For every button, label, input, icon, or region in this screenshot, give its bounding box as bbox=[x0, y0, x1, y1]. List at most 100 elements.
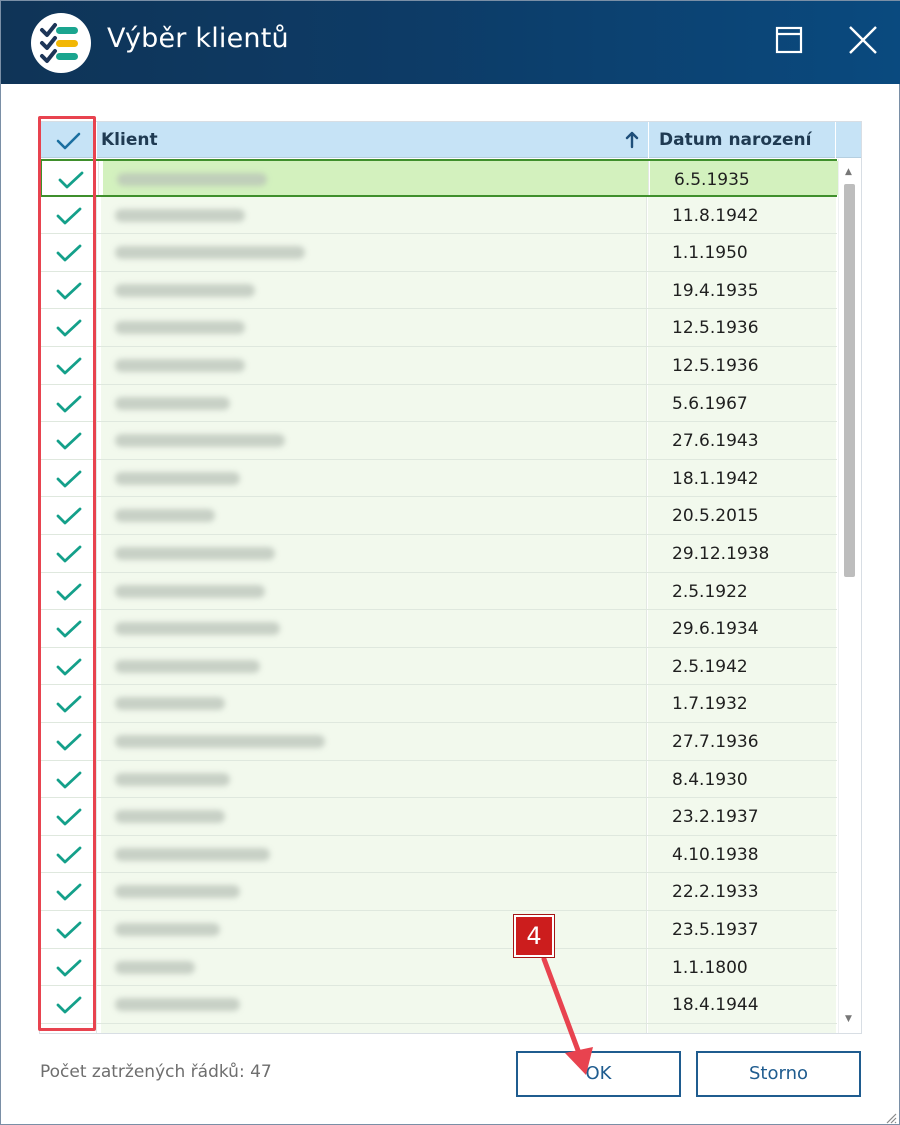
checkmark-icon bbox=[56, 545, 82, 563]
close-icon[interactable] bbox=[846, 23, 880, 57]
row-checkbox[interactable] bbox=[40, 835, 97, 873]
checkmark-icon bbox=[56, 921, 82, 939]
row-checkbox[interactable] bbox=[40, 873, 97, 910]
checkmark-icon bbox=[56, 583, 82, 600]
table-row[interactable]: 27.6.1943 bbox=[40, 422, 837, 460]
birthdate-text: 27.7.1936 bbox=[672, 732, 759, 752]
birthdate-cell: 27.6.1943 bbox=[648, 422, 836, 459]
table-row[interactable]: 22.2.1933 bbox=[40, 873, 837, 911]
table-row[interactable]: 4.10.1938 bbox=[40, 835, 837, 874]
table-row[interactable]: 18.4.1944 bbox=[40, 986, 837, 1024]
row-checkbox[interactable] bbox=[40, 309, 97, 346]
table-row[interactable]: 23.2.1937 bbox=[40, 798, 837, 836]
table-row[interactable] bbox=[40, 1023, 837, 1033]
row-checkbox[interactable] bbox=[40, 535, 97, 572]
column-header-birthdate[interactable]: Datum narození bbox=[659, 130, 811, 150]
row-checkbox[interactable] bbox=[40, 647, 97, 685]
row-checkbox[interactable] bbox=[40, 685, 97, 722]
ok-button[interactable]: OK bbox=[516, 1051, 681, 1097]
birthdate-cell: 29.6.1934 bbox=[648, 610, 836, 647]
cancel-button[interactable]: Storno bbox=[696, 1051, 861, 1097]
client-name-cell bbox=[101, 535, 647, 572]
row-checkbox[interactable] bbox=[40, 986, 97, 1023]
redacted-client-name bbox=[115, 847, 270, 861]
row-checkbox[interactable] bbox=[40, 948, 97, 986]
client-name-cell bbox=[101, 497, 647, 534]
table-row[interactable]: 29.6.1934 bbox=[40, 610, 837, 648]
scroll-down-icon[interactable]: ▼ bbox=[845, 1014, 852, 1024]
birthdate-text: 20.5.2015 bbox=[672, 506, 759, 527]
row-checkbox[interactable] bbox=[40, 196, 97, 234]
maximize-icon[interactable] bbox=[772, 23, 806, 57]
birthdate-cell: 2.5.1922 bbox=[648, 572, 836, 610]
table-row[interactable]: 27.7.1936 bbox=[40, 723, 837, 761]
table-row[interactable]: 1.1.1800 bbox=[40, 948, 837, 987]
birthdate-cell: 12.5.1936 bbox=[648, 347, 836, 384]
checked-rows-count: Počet zatržených řádků: 47 bbox=[40, 1062, 272, 1082]
column-header-client[interactable]: Klient bbox=[101, 130, 158, 150]
row-checkbox[interactable] bbox=[40, 911, 97, 948]
title-bar[interactable]: Výběr klientů bbox=[1, 1, 900, 84]
column-separator bbox=[648, 122, 649, 158]
checkmark-icon bbox=[56, 771, 82, 788]
row-checkbox[interactable] bbox=[40, 572, 97, 610]
client-grid: Klient Datum narození 6.5.1935 11.8.1942 1… bbox=[39, 121, 862, 1034]
row-checkbox[interactable] bbox=[42, 161, 99, 195]
redacted-client-name bbox=[117, 173, 267, 186]
table-row[interactable]: 8.4.1930 bbox=[40, 760, 837, 799]
row-checkbox[interactable] bbox=[40, 798, 97, 835]
table-row[interactable]: 23.5.1937 bbox=[40, 911, 837, 949]
table-row[interactable]: 1.1.1950 bbox=[40, 234, 837, 272]
sort-ascending-icon[interactable] bbox=[624, 130, 640, 150]
birthdate-text: 11.8.1942 bbox=[672, 205, 759, 226]
client-name-cell bbox=[101, 647, 647, 685]
redacted-client-name bbox=[115, 998, 240, 1012]
table-row[interactable]: 6.5.1935 bbox=[40, 159, 838, 197]
table-row[interactable]: 12.5.1936 bbox=[40, 309, 837, 347]
checkmark-icon bbox=[56, 132, 81, 150]
row-checkbox[interactable] bbox=[40, 271, 97, 309]
client-name-cell bbox=[101, 572, 647, 610]
row-checkbox[interactable] bbox=[40, 234, 97, 271]
client-name-cell bbox=[101, 948, 647, 986]
table-row[interactable]: 12.5.1936 bbox=[40, 347, 837, 385]
redacted-client-name bbox=[115, 246, 305, 260]
table-row[interactable]: 11.8.1942 bbox=[40, 196, 837, 235]
birthdate-cell: 18.1.1942 bbox=[648, 459, 836, 497]
row-checkbox[interactable] bbox=[40, 610, 97, 647]
client-name-cell bbox=[101, 835, 647, 873]
redacted-client-name bbox=[115, 923, 220, 936]
row-checkbox[interactable] bbox=[40, 497, 97, 534]
row-checkbox[interactable] bbox=[40, 1023, 97, 1033]
resize-grip-icon[interactable] bbox=[885, 1109, 897, 1124]
table-row[interactable]: 2.5.1942 bbox=[40, 647, 837, 686]
birthdate-cell: 1.1.1950 bbox=[648, 234, 836, 271]
birthdate-text: 4.10.1938 bbox=[672, 844, 759, 865]
scroll-up-icon[interactable]: ▲ bbox=[845, 167, 852, 177]
row-checkbox[interactable] bbox=[40, 760, 97, 798]
vertical-scrollbar[interactable]: ▲ ▼ bbox=[838, 159, 860, 1033]
birthdate-cell: 20.5.2015 bbox=[648, 497, 836, 534]
table-row[interactable]: 19.4.1935 bbox=[40, 271, 837, 310]
row-checkbox[interactable] bbox=[40, 422, 97, 459]
row-checkbox[interactable] bbox=[40, 723, 97, 760]
birthdate-cell: 1.1.1800 bbox=[648, 948, 836, 986]
scroll-thumb[interactable] bbox=[844, 184, 855, 577]
birthdate-text: 27.6.1943 bbox=[672, 431, 759, 452]
redacted-client-name bbox=[115, 434, 285, 448]
checkmark-icon bbox=[56, 395, 82, 412]
table-row[interactable]: 2.5.1922 bbox=[40, 572, 837, 611]
redacted-client-name bbox=[115, 735, 325, 748]
table-row[interactable]: 5.6.1967 bbox=[40, 384, 837, 423]
table-row[interactable]: 20.5.2015 bbox=[40, 497, 837, 535]
row-checkbox[interactable] bbox=[40, 347, 97, 384]
row-checkbox[interactable] bbox=[40, 459, 97, 497]
table-row[interactable]: 1.7.1932 bbox=[40, 685, 837, 723]
table-row[interactable]: 18.1.1942 bbox=[40, 459, 837, 498]
checkmark-icon bbox=[56, 507, 82, 525]
table-row[interactable]: 29.12.1938 bbox=[40, 535, 837, 573]
birthdate-text: 23.5.1937 bbox=[672, 920, 759, 940]
redacted-client-name bbox=[115, 321, 245, 335]
row-checkbox[interactable] bbox=[40, 384, 97, 422]
select-all-checkbox[interactable] bbox=[40, 122, 97, 158]
